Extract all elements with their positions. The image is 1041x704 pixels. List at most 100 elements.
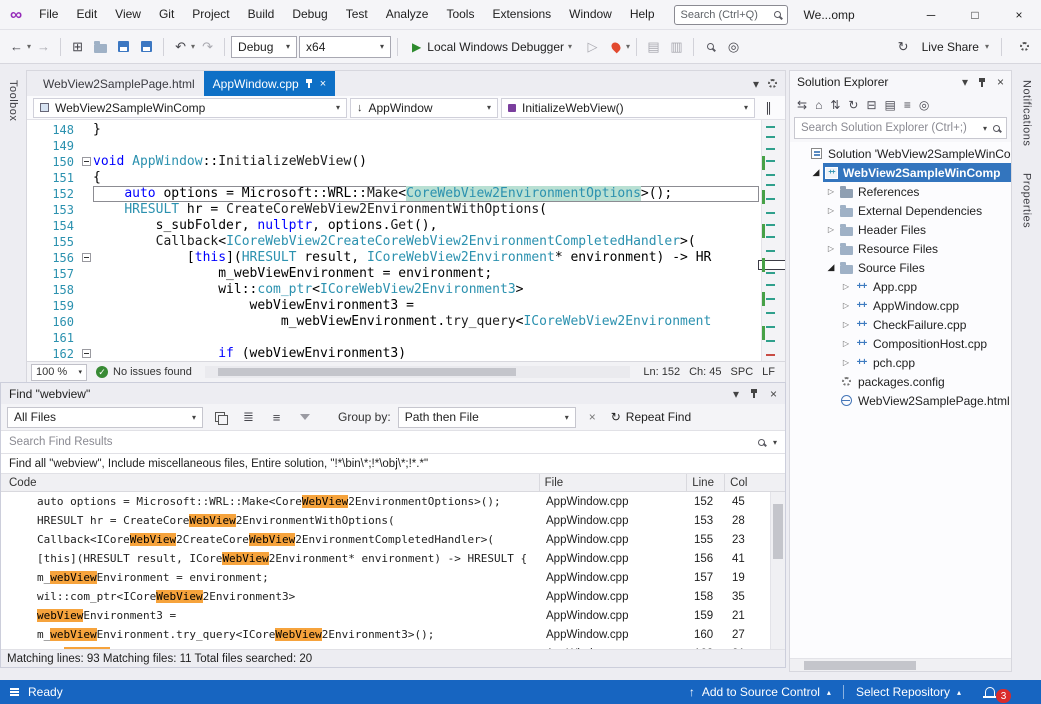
window-position-icon[interactable]: ▾ bbox=[733, 387, 739, 401]
solution-platforms-dropdown[interactable]: x64 ▾ bbox=[299, 36, 391, 58]
solution-explorer-search[interactable]: ▾ bbox=[794, 117, 1007, 139]
results-scrollbar[interactable] bbox=[770, 492, 785, 649]
expand-all-groups-icon[interactable]: ≣ bbox=[238, 405, 259, 429]
code-text[interactable]: wil::com_ptr<ICoreWebView2Environment3> bbox=[93, 282, 759, 298]
add-to-source-control-button[interactable]: ↑ Add to Source Control ▴ bbox=[677, 680, 843, 704]
find-in-files-icon[interactable] bbox=[700, 35, 721, 59]
hscrollbar-thumb[interactable] bbox=[804, 661, 916, 670]
tree-item-external-dependencies[interactable]: ▷External Dependencies bbox=[790, 201, 1011, 220]
background-tasks-icon[interactable] bbox=[10, 688, 19, 696]
tab-appwindow-cpp[interactable]: AppWindow.cpp× bbox=[204, 71, 336, 96]
menu-debug[interactable]: Debug bbox=[283, 0, 336, 29]
code-text[interactable]: m_webViewEnvironment.try_query<ICoreWebV… bbox=[93, 314, 759, 330]
breakpoint-margin[interactable] bbox=[27, 218, 49, 234]
chevron-down-icon[interactable]: ▾ bbox=[773, 438, 777, 447]
select-repository-button[interactable]: Select Repository ▴ bbox=[844, 680, 973, 704]
find-result-row[interactable]: m_webViewEnvironment.try_query<ICoreWebV… bbox=[1, 625, 785, 644]
column-indicator[interactable]: Ch: 45 bbox=[689, 366, 721, 378]
pending-changes-filter-icon[interactable]: ⇅ bbox=[830, 98, 840, 112]
close-icon[interactable]: × bbox=[770, 387, 777, 401]
breakpoint-margin[interactable] bbox=[27, 314, 49, 330]
new-project-icon[interactable]: ⊞ bbox=[67, 35, 88, 59]
navigate-back-icon[interactable]: ← bbox=[6, 35, 27, 59]
tree-item-checkfailure-cpp[interactable]: ▷++CheckFailure.cpp bbox=[790, 315, 1011, 334]
code-text[interactable] bbox=[93, 330, 759, 346]
chevron-down-icon[interactable]: ▾ bbox=[626, 42, 630, 51]
window-position-icon[interactable]: ▾ bbox=[962, 75, 968, 89]
code-text[interactable]: Callback<ICoreWebView2CreateCoreWebView2… bbox=[93, 234, 759, 250]
tree-item-webview2samplewincomp[interactable]: ◢++WebView2SampleWinComp bbox=[790, 163, 1011, 182]
breakpoint-margin[interactable] bbox=[27, 186, 49, 202]
menu-git[interactable]: Git bbox=[150, 0, 183, 29]
editor-scrollbar[interactable] bbox=[761, 120, 785, 361]
eol-indicator[interactable]: LF bbox=[762, 366, 775, 378]
breakpoint-margin[interactable] bbox=[27, 250, 49, 266]
issues-indicator[interactable]: ✓ No issues found bbox=[96, 366, 192, 378]
expander-collapsed-icon[interactable]: ▷ bbox=[839, 301, 853, 310]
expander-collapsed-icon[interactable]: ▷ bbox=[824, 225, 838, 234]
fold-collapse-icon[interactable] bbox=[82, 253, 91, 262]
find-result-row[interactable]: Callback<ICoreWebView2CreateCoreWebView2… bbox=[1, 530, 785, 549]
breakpoint-margin[interactable] bbox=[27, 170, 49, 186]
notifications-side-tab[interactable]: Notifications bbox=[1021, 70, 1033, 149]
tree-item-compositionhost-cpp[interactable]: ▷++CompositionHost.cpp bbox=[790, 334, 1011, 353]
navigate-forward-icon[interactable]: → bbox=[33, 35, 54, 59]
code-editor[interactable]: 148}149150void AppWindow::InitializeWebV… bbox=[27, 120, 785, 361]
results-scrollbar-thumb[interactable] bbox=[773, 504, 783, 559]
close-tab-icon[interactable]: × bbox=[320, 78, 326, 90]
expander-collapsed-icon[interactable]: ▷ bbox=[824, 187, 838, 196]
collapse-all-icon[interactable]: ⊟ bbox=[866, 98, 876, 112]
solution-explorer-hscrollbar[interactable] bbox=[790, 658, 1011, 671]
editor-layout-icon[interactable]: ◎ bbox=[723, 35, 744, 59]
hot-reload-icon[interactable] bbox=[605, 35, 626, 59]
tree-item-pch-cpp[interactable]: ▷++pch.cpp bbox=[790, 353, 1011, 372]
live-share-icon[interactable]: ↻ bbox=[893, 35, 914, 59]
expander-collapsed-icon[interactable]: ▷ bbox=[839, 320, 853, 329]
solution-explorer-search-input[interactable] bbox=[801, 122, 977, 134]
breakpoint-margin[interactable] bbox=[27, 154, 49, 170]
pin-icon[interactable] bbox=[750, 388, 759, 399]
menu-build[interactable]: Build bbox=[239, 0, 284, 29]
tab-webview2samplepage-html[interactable]: WebView2SamplePage.html bbox=[34, 71, 204, 96]
code-text[interactable] bbox=[93, 138, 759, 154]
start-debugging-button[interactable]: ▶ Local Windows Debugger ▾ bbox=[404, 35, 580, 59]
solution-explorer-header[interactable]: Solution Explorer ▾ × bbox=[790, 71, 1011, 93]
breakpoint-margin[interactable] bbox=[27, 298, 49, 314]
save-icon[interactable] bbox=[113, 35, 134, 59]
menu-view[interactable]: View bbox=[106, 0, 150, 29]
find-result-row[interactable]: HRESULT hr = CreateCoreWebView2Environme… bbox=[1, 511, 785, 530]
filter-results-icon[interactable] bbox=[294, 405, 315, 429]
menu-project[interactable]: Project bbox=[183, 0, 238, 29]
repeat-find-button[interactable]: ↻ Repeat Find bbox=[611, 410, 691, 424]
clear-results-icon[interactable]: × bbox=[589, 410, 596, 424]
code-text[interactable]: void AppWindow::InitializeWebView() bbox=[93, 154, 759, 170]
solution-configurations-dropdown[interactable]: Debug ▾ bbox=[231, 36, 297, 58]
tree-item-webview2samplepage-html[interactable]: WebView2SamplePage.html bbox=[790, 391, 1011, 410]
close-button[interactable]: × bbox=[997, 0, 1041, 29]
fold-collapse-icon[interactable] bbox=[82, 157, 91, 166]
column-header-col[interactable]: Col bbox=[725, 474, 785, 491]
zoom-dropdown[interactable]: 100 % ▾ bbox=[31, 364, 87, 381]
expander-collapsed-icon[interactable]: ▷ bbox=[824, 244, 838, 253]
breakpoint-margin[interactable] bbox=[27, 138, 49, 154]
spaces-indicator[interactable]: SPC bbox=[731, 366, 754, 378]
tree-item-source-files[interactable]: ◢Source Files bbox=[790, 258, 1011, 277]
show-all-files-icon[interactable]: ▤ bbox=[885, 98, 896, 112]
gear-icon[interactable] bbox=[768, 79, 777, 88]
find-result-row[interactable]: wil::com_ptr<ICoreWebView2Environment3>A… bbox=[1, 587, 785, 606]
find-result-row[interactable]: webViewEnvironment3 =AppWindow.cpp15921 bbox=[1, 606, 785, 625]
open-file-icon[interactable] bbox=[90, 35, 111, 59]
tree-item-packages-config[interactable]: packages.config bbox=[790, 372, 1011, 391]
menu-analyze[interactable]: Analyze bbox=[377, 0, 438, 29]
expander-collapsed-icon[interactable]: ▷ bbox=[839, 358, 853, 367]
redo-icon[interactable]: ↷ bbox=[197, 35, 218, 59]
pin-icon[interactable] bbox=[305, 78, 314, 89]
navbar-project-dropdown[interactable]: WebView2SampleWinComp ▾ bbox=[33, 98, 347, 118]
preview-selected-icon[interactable]: ◎ bbox=[919, 98, 929, 112]
code-text[interactable]: [this](HRESULT result, ICoreWebView2Envi… bbox=[93, 250, 759, 266]
find-result-row[interactable]: [this](HRESULT result, ICoreWebView2Envi… bbox=[1, 549, 785, 568]
attach-to-process-icon[interactable]: ▥ bbox=[666, 35, 687, 59]
scope-dropdown[interactable]: All Files ▾ bbox=[7, 407, 203, 428]
expander-expanded-icon[interactable]: ◢ bbox=[809, 167, 823, 178]
navbar-member-dropdown[interactable]: InitializeWebView() ▾ bbox=[501, 98, 755, 118]
